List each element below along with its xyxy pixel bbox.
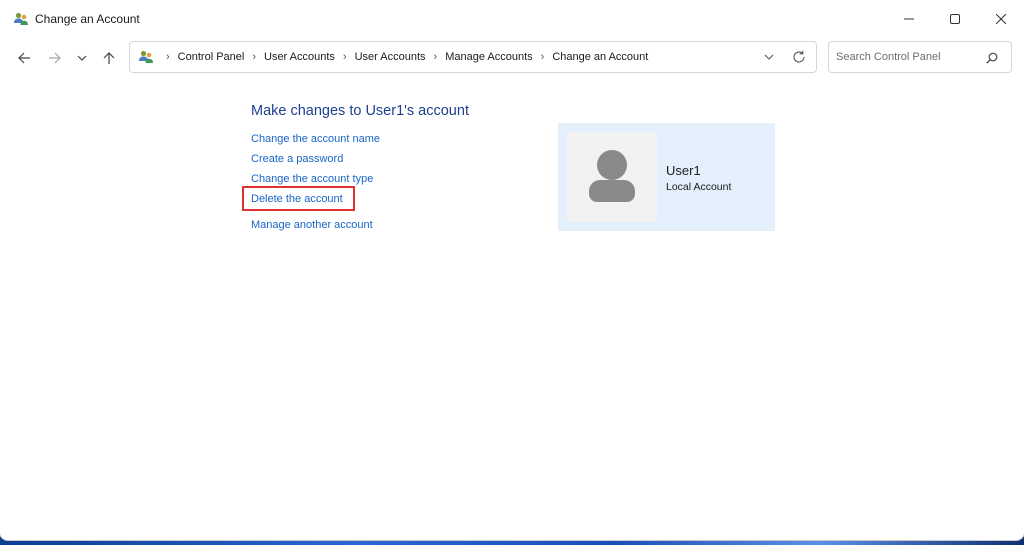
- account-tile: User1 Local Account: [558, 123, 775, 231]
- address-bar[interactable]: › Control Panel › User Accounts › User A…: [129, 41, 817, 73]
- address-history-button[interactable]: [764, 50, 774, 69]
- manage-another-account-link[interactable]: Manage another account: [251, 219, 373, 231]
- create-password-link[interactable]: Create a password: [251, 153, 343, 165]
- breadcrumb-user-accounts[interactable]: User Accounts: [264, 51, 335, 63]
- avatar: [567, 132, 657, 222]
- close-icon: [996, 14, 1006, 24]
- chevron-right-icon[interactable]: ›: [252, 51, 256, 63]
- close-button[interactable]: [978, 0, 1024, 38]
- chevron-down-icon: [77, 55, 87, 61]
- search-box[interactable]: [828, 41, 1012, 73]
- chevron-right-icon[interactable]: ›: [166, 51, 170, 63]
- title-bar: Change an Account: [0, 0, 1024, 38]
- back-button[interactable]: [11, 44, 37, 72]
- recent-locations-button[interactable]: [69, 44, 95, 72]
- chevron-right-icon[interactable]: ›: [434, 51, 438, 63]
- highlight-annotation: [242, 186, 355, 211]
- account-type: Local Account: [666, 181, 732, 193]
- chevron-right-icon[interactable]: ›: [541, 51, 545, 63]
- account-name: User1: [666, 163, 701, 178]
- arrow-up-icon: [103, 51, 115, 64]
- window-controls: [886, 0, 1024, 38]
- change-account-type-link[interactable]: Change the account type: [251, 173, 373, 185]
- user-icon: [597, 150, 627, 180]
- minimize-button[interactable]: [886, 0, 932, 38]
- up-button[interactable]: [96, 44, 122, 72]
- page-title: Make changes to User1's account: [251, 103, 469, 119]
- change-account-name-link[interactable]: Change the account name: [251, 133, 380, 145]
- search-input[interactable]: [836, 51, 986, 63]
- window-title: Change an Account: [35, 12, 140, 26]
- navigation-bar: › Control Panel › User Accounts › User A…: [0, 38, 1024, 78]
- breadcrumb: › Control Panel › User Accounts › User A…: [158, 51, 648, 63]
- maximize-button[interactable]: [932, 0, 978, 38]
- control-panel-icon: [138, 49, 154, 65]
- breadcrumb-manage-accounts[interactable]: Manage Accounts: [445, 51, 532, 63]
- chevron-right-icon[interactable]: ›: [343, 51, 347, 63]
- forward-button[interactable]: [41, 44, 67, 72]
- main-content: Make changes to User1's account Change t…: [0, 78, 1024, 538]
- arrow-left-icon: [17, 52, 30, 64]
- chevron-down-icon: [764, 54, 774, 60]
- search-icon[interactable]: [986, 51, 998, 69]
- breadcrumb-change-account[interactable]: Change an Account: [552, 51, 648, 63]
- maximize-icon: [950, 14, 960, 24]
- refresh-icon: [793, 50, 805, 63]
- breadcrumb-control-panel[interactable]: Control Panel: [178, 51, 245, 63]
- refresh-button[interactable]: [792, 50, 806, 69]
- minimize-icon: [904, 18, 914, 20]
- control-panel-window: Change an Account › Control Panel › User…: [0, 0, 1024, 540]
- breadcrumb-user-accounts-sub[interactable]: User Accounts: [355, 51, 426, 63]
- users-icon: [13, 11, 29, 27]
- arrow-right-icon: [48, 52, 61, 64]
